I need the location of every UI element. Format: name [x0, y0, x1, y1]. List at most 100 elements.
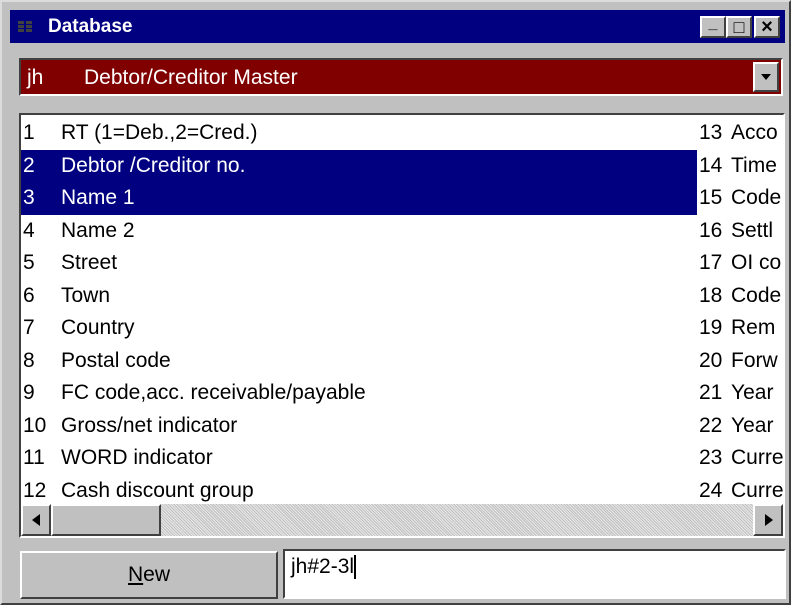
- field-row[interactable]: 2 Debtor /Creditor no.: [21, 149, 697, 182]
- field-label: Rem: [731, 316, 776, 339]
- field-row[interactable]: 4 Name 2: [21, 215, 697, 248]
- close-button[interactable]: ×: [754, 16, 780, 38]
- field-label: Gross/net indicator: [61, 413, 238, 437]
- field-list[interactable]: 1 RT (1=Deb.,2=Cred.) 2 Debtor /Creditor no…: [19, 113, 785, 538]
- field-label: Code: [731, 186, 782, 209]
- field-label: Curre: [731, 446, 784, 469]
- field-row[interactable]: 22 Year: [697, 410, 783, 443]
- new-button-mnemonic: N: [127, 563, 144, 586]
- close-icon: ×: [761, 15, 773, 38]
- field-row[interactable]: 3 Name 1: [21, 182, 697, 215]
- field-number: 12: [23, 478, 47, 502]
- field-number: 18: [699, 283, 723, 307]
- field-number: 13: [699, 121, 723, 144]
- field-label: Settl: [731, 218, 774, 242]
- new-button[interactable]: New: [20, 551, 278, 599]
- field-label: WORD indicator: [61, 446, 213, 469]
- field-row[interactable]: 12 Cash discount group: [21, 475, 697, 508]
- field-label: Postal code: [61, 348, 171, 372]
- field-number: 11: [23, 446, 45, 469]
- field-column-right: 13 Acco 14 Time 15 Code 16 Settl 17 OI co 18 Code 19…: [697, 117, 784, 508]
- field-row[interactable]: 24 Curre: [697, 475, 784, 508]
- field-row[interactable]: 16 Settl: [697, 215, 783, 248]
- scroll-right-button[interactable]: [753, 504, 783, 536]
- query-input[interactable]: jh#2-3l: [283, 549, 786, 599]
- field-row[interactable]: 14 Time: [697, 150, 783, 183]
- field-number: 6: [23, 283, 35, 307]
- field-label: Time: [731, 153, 777, 177]
- combo-dropdown-button[interactable]: [753, 62, 779, 92]
- field-label: Forw: [731, 348, 778, 372]
- field-number: 22: [699, 413, 723, 437]
- field-number: 1: [23, 121, 35, 144]
- field-label: Name 1: [61, 186, 135, 209]
- field-row[interactable]: 18 Code: [697, 280, 783, 313]
- field-label: Year: [731, 381, 774, 404]
- field-label: Acco: [731, 121, 778, 144]
- field-label: Cash discount group: [61, 478, 254, 502]
- minimize-button[interactable]: _: [700, 15, 726, 38]
- table-select-combo[interactable]: jh Debtor/Creditor Master: [19, 58, 783, 96]
- field-label: Year: [731, 413, 774, 437]
- field-label: Curre: [731, 478, 784, 502]
- field-number: 2: [23, 153, 35, 177]
- field-number: 20: [699, 348, 723, 372]
- field-number: 15: [699, 186, 723, 209]
- database-window: Database _ □ × jh Debtor/Creditor Master…: [0, 0, 791, 605]
- field-number: 17: [699, 251, 723, 274]
- field-label: OI co: [731, 251, 782, 274]
- field-label: Street: [61, 251, 118, 274]
- query-input-value: jh#2-3l: [291, 555, 355, 578]
- field-column-left: 1 RT (1=Deb.,2=Cred.) 2 Debtor /Creditor no…: [21, 117, 697, 507]
- field-label: Name 2: [61, 218, 135, 242]
- maximize-button[interactable]: □: [726, 16, 752, 38]
- field-number: 8: [23, 348, 35, 372]
- field-row[interactable]: 5 Street: [21, 247, 697, 280]
- field-number: 14: [699, 153, 723, 177]
- field-number: 24: [699, 478, 723, 502]
- table-name: Debtor/Creditor Master: [84, 66, 298, 89]
- field-number: 5: [23, 251, 35, 274]
- field-row[interactable]: 11 WORD indicator: [21, 442, 697, 475]
- field-number: 3: [23, 186, 35, 209]
- arrow-right-icon: [765, 514, 773, 526]
- field-row[interactable]: 10 Gross/net indicator: [21, 410, 697, 443]
- field-number: 9: [23, 381, 35, 404]
- field-row[interactable]: 8 Postal code: [21, 345, 697, 378]
- field-row[interactable]: 17 OI co: [697, 247, 783, 280]
- field-number: 4: [23, 218, 35, 242]
- arrow-left-icon: [32, 514, 40, 526]
- field-label: Debtor /Creditor no.: [61, 153, 246, 177]
- new-button-label: ew: [143, 563, 171, 586]
- field-number: 21: [699, 381, 723, 404]
- field-number: 7: [23, 316, 35, 339]
- field-row[interactable]: 15 Code: [697, 182, 783, 215]
- field-label: Town: [61, 283, 111, 307]
- title-bar[interactable]: Database _ □ ×: [10, 10, 785, 43]
- app-icon: [18, 21, 32, 33]
- field-row[interactable]: 21 Year: [697, 377, 783, 410]
- window-title: Database: [48, 16, 133, 37]
- table-code: jh: [27, 66, 44, 89]
- field-label: Country: [61, 316, 135, 339]
- field-row[interactable]: 20 Forw: [697, 345, 783, 378]
- field-label: Code: [731, 283, 782, 307]
- scroll-thumb[interactable]: [51, 504, 161, 536]
- text-caret: [354, 555, 357, 580]
- field-number: 19: [699, 316, 723, 339]
- field-row[interactable]: 9 FC code,acc. receivable/payable: [21, 377, 697, 410]
- field-row[interactable]: 23 Curre: [697, 442, 784, 475]
- field-row[interactable]: 1 RT (1=Deb.,2=Cred.): [21, 117, 697, 150]
- field-row[interactable]: 6 Town: [21, 280, 697, 313]
- field-label: FC code,acc. receivable/payable: [61, 381, 366, 404]
- chevron-down-icon: [761, 74, 771, 80]
- field-row[interactable]: 19 Rem: [697, 312, 783, 345]
- scroll-left-button[interactable]: [21, 504, 51, 536]
- field-number: 23: [699, 446, 723, 469]
- field-label: RT (1=Deb.,2=Cred.): [61, 121, 258, 144]
- field-row[interactable]: 13 Acco: [697, 117, 783, 150]
- horizontal-scrollbar[interactable]: [21, 504, 783, 536]
- field-row[interactable]: 7 Country: [21, 312, 697, 345]
- field-number: 10: [23, 413, 47, 437]
- maximize-icon: □: [733, 16, 745, 37]
